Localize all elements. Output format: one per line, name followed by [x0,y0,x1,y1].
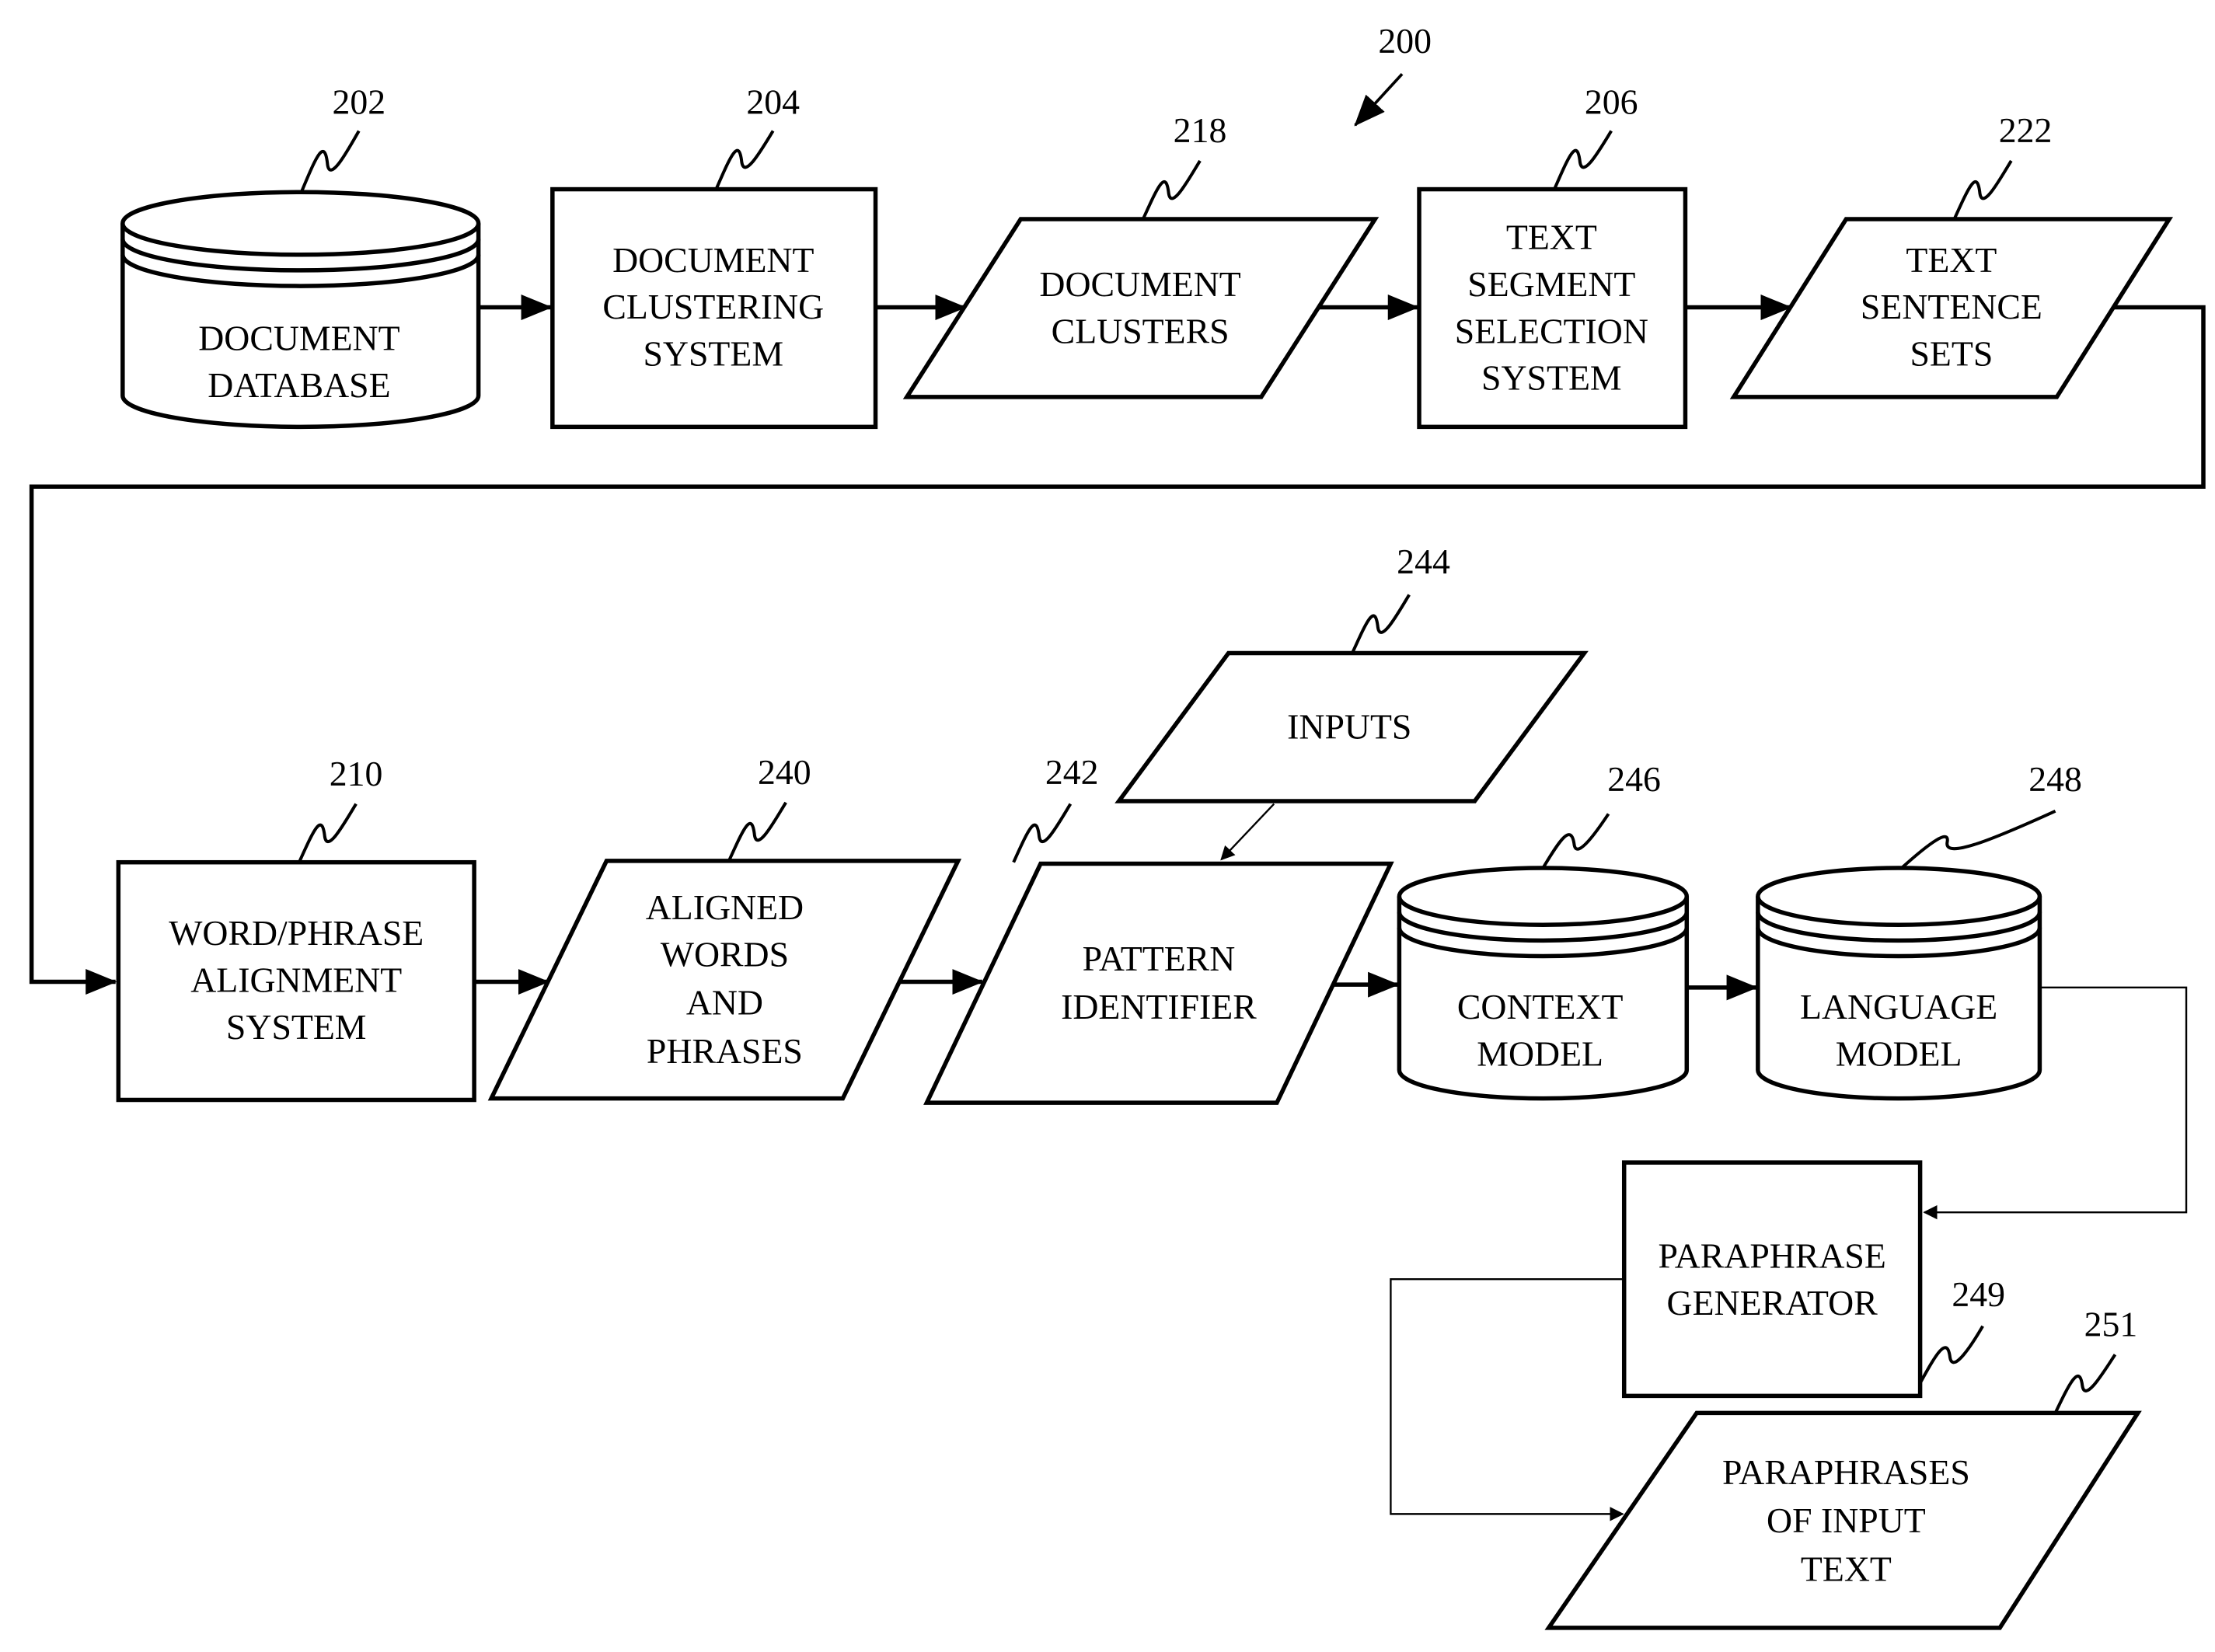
node-label-line: SENTENCE [1861,287,2042,326]
node-document-clustering-system: DOCUMENT CLUSTERING SYSTEM 204 [550,82,878,430]
node-label-line: INPUTS [1287,706,1411,746]
ref-number: 218 [1174,110,1227,150]
paraphrase-system-diagram: 200 DOCUMENT DATABASE 202 DOCUMENT CLUST… [29,21,2206,1630]
node-label-line: SELECTION [1455,311,1648,350]
ref-leader-squiggle [1952,159,2013,220]
node-language-model: LANGUAGE MODEL 248 [1756,759,2082,1101]
node-label-line: ALIGNED [646,887,804,927]
ref-leader-squiggle [1541,813,1610,870]
node-label-line: CLUSTERING [602,287,824,326]
node-word-phrase-alignment-system: WORD/PHRASE ALIGNMENT SYSTEM 210 [116,754,476,1103]
node-label-line: CLUSTERS [1052,311,1230,350]
figure-reference: 200 [1354,21,1432,127]
ref-number: 242 [1045,752,1099,792]
node-label-line: SYSTEM [1481,358,1622,398]
node-label-line: IDENTIFIER [1061,987,1257,1026]
ref-leader-squiggle [298,803,358,863]
ref-leader-squiggle [1553,130,1613,190]
node-label-line: MODEL [1477,1034,1603,1074]
ref-leader-squiggle [1141,159,1202,220]
node-context-model: CONTEXT MODEL 246 [1397,759,1690,1101]
node-label-line: OF INPUT [1767,1500,1926,1540]
ref-leader-squiggle [1900,809,2056,870]
node-label-line: SETS [1910,334,1993,374]
node-text-segment-selection-system: TEXT SEGMENT SELECTION SYSTEM 206 [1417,82,1688,430]
node-label-line: SEGMENT [1467,264,1635,304]
node-label-line: AND [686,983,763,1023]
ref-leader-squiggle [2053,1354,2117,1414]
ref-number: 240 [758,752,811,792]
ref-number: 222 [1999,110,2053,150]
node-label-line: DOCUMENT [1039,264,1240,304]
ref-number: 251 [2084,1304,2138,1344]
node-label-line: TEXT [1506,217,1597,256]
node-document-clusters: DOCUMENT CLUSTERS 218 [902,110,1380,399]
node-label-line: PHRASES [647,1031,803,1071]
node-label-line: MODEL [1836,1034,1962,1074]
node-pattern-identifier: PATTERN IDENTIFIER 242 [923,752,1394,1105]
ref-leader-squiggle [1351,594,1411,654]
node-label-line: SYSTEM [226,1007,367,1047]
ref-leader-squiggle [714,130,775,190]
node-label-line: DOCUMENT [612,240,814,280]
node-label-line: TEXT [1906,240,1997,280]
node-label-line: ALIGNMENT [190,960,402,999]
ref-number: 244 [1397,542,1450,581]
node-label-line: PATTERN [1083,939,1236,978]
node-label-line: SYSTEM [643,334,783,374]
node-label-line: PARAPHRASE [1658,1236,1885,1276]
node-document-database: DOCUMENT DATABASE 202 [120,82,481,430]
node-label-line: PARAPHRASES [1722,1452,1970,1492]
node-paraphrase-generator: PARAPHRASE GENERATOR 249 [1621,1160,2005,1399]
ref-number: 204 [746,82,800,121]
ref-leader-squiggle [300,130,361,192]
node-label-line: DATABASE [208,365,390,405]
node-label-line: WORD/PHRASE [169,913,424,953]
ref-leader-squiggle [1918,1325,1984,1384]
ref-number: 249 [1952,1274,2005,1314]
node-label-line: LANGUAGE [1800,987,1997,1026]
node-label-line: CONTEXT [1457,987,1624,1026]
node-label-line: WORDS [661,934,789,974]
node-aligned-words-and-phrases: ALIGNED WORDS AND PHRASES 240 [487,752,962,1101]
ref-number: 246 [1607,759,1661,799]
node-inputs: INPUTS 244 [1114,542,1589,803]
ref-number: 206 [1585,82,1638,121]
node-label-line: TEXT [1801,1549,1892,1588]
ref-number: 202 [332,82,385,121]
node-label-line: DOCUMENT [198,318,399,357]
figure-ref-label: 200 [1378,21,1432,61]
ref-number: 248 [2028,759,2082,799]
ref-leader-squiggle [1012,803,1073,863]
figure-ref-arrow [1354,72,1404,127]
node-label-line: GENERATOR [1667,1283,1878,1323]
ref-leader-squiggle [727,801,787,862]
node-text-sentence-sets: TEXT SENTENCE SETS 222 [1729,110,2174,399]
edge-generator-to-paraphrases [1390,1278,1624,1521]
ref-number: 210 [330,754,383,793]
edge-inputs-to-pattern [1220,803,1275,861]
